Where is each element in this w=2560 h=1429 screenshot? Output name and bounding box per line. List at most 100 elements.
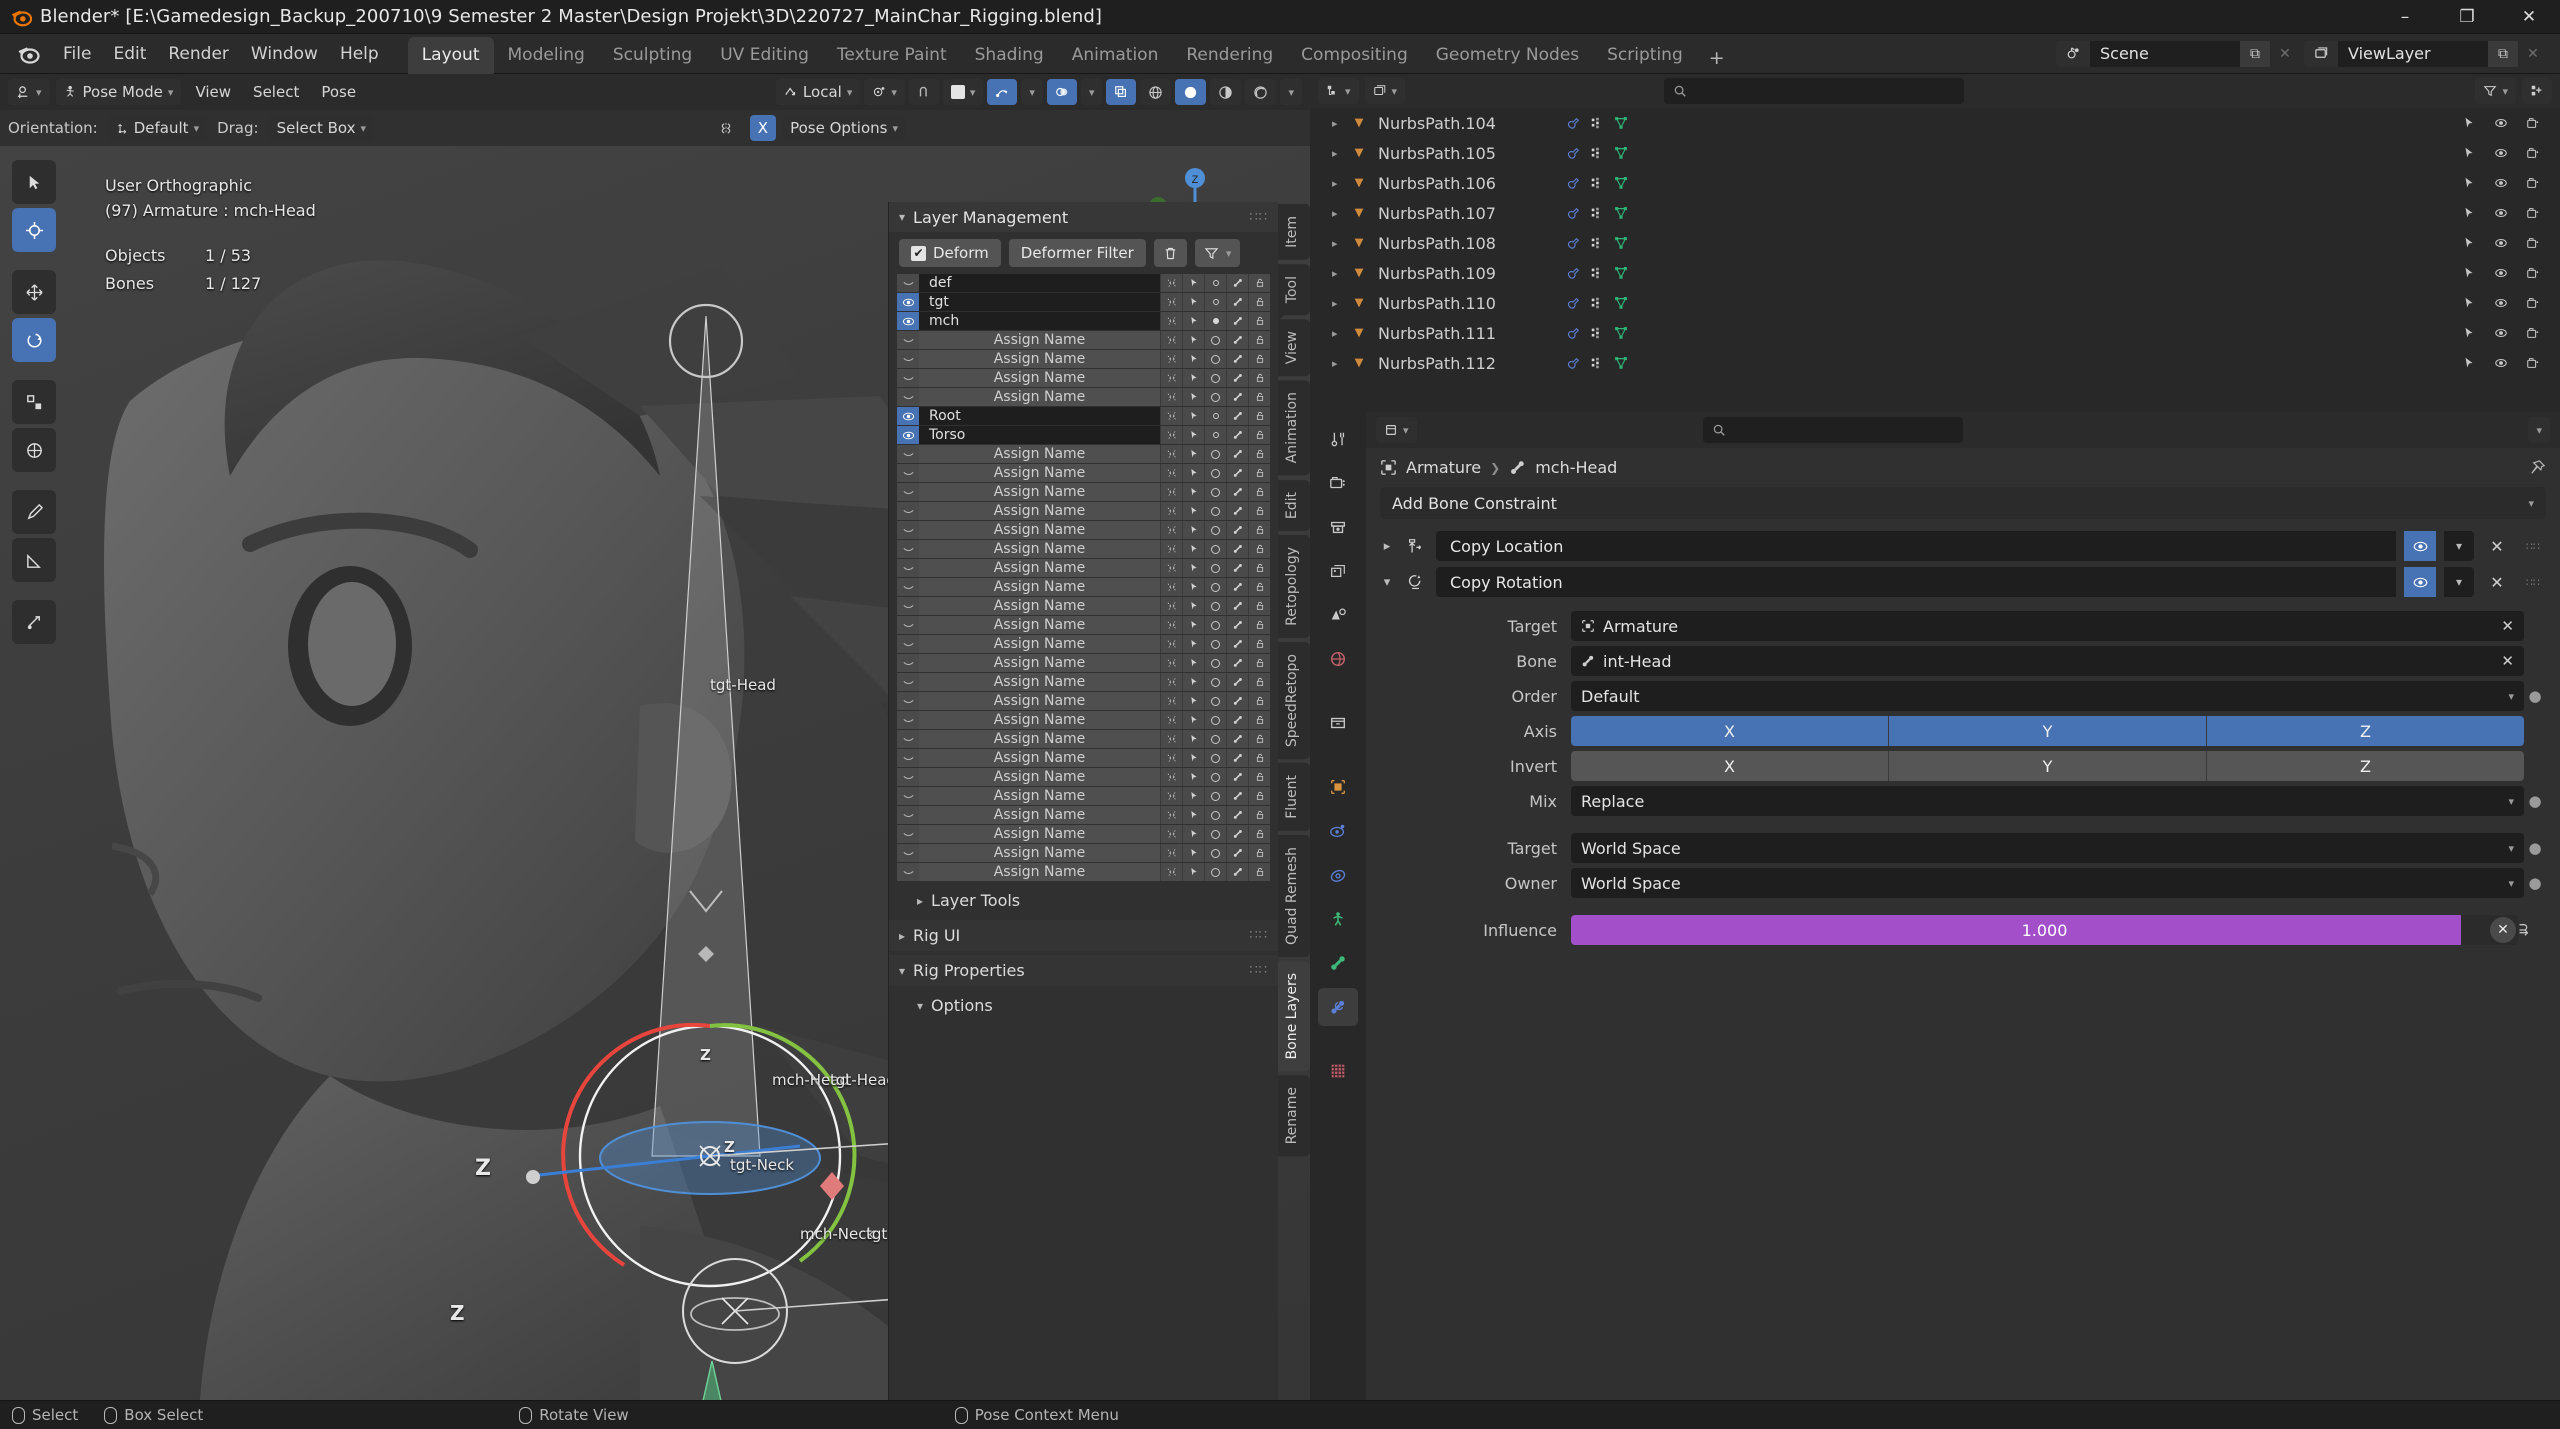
layer-solo-icon[interactable]	[1204, 616, 1226, 634]
outliner-editor-type-button[interactable]: ▾	[1318, 78, 1359, 104]
layer-solo-icon[interactable]	[1204, 806, 1226, 824]
layer-bone-icon[interactable]	[1226, 369, 1248, 387]
layer-select-icon[interactable]	[1182, 692, 1204, 710]
layer-solo-icon[interactable]	[1204, 502, 1226, 520]
layer-lock-icon[interactable]	[1248, 350, 1270, 368]
selectable-icon[interactable]	[2462, 206, 2476, 220]
shading-wireframe-button[interactable]	[1140, 79, 1172, 105]
layer-select-icon[interactable]	[1182, 369, 1204, 387]
layer-select-icon[interactable]	[1182, 844, 1204, 862]
viewport-3d[interactable]: ▾ Pose Mode ▾ View Select Pose Local ▾ ▾	[0, 74, 1310, 1400]
bone-layer-row[interactable]: Assign Name	[897, 806, 1270, 824]
workspace-tab-scripting[interactable]: Scripting	[1593, 37, 1697, 74]
modifier-icon[interactable]	[1566, 236, 1580, 250]
layer-hidden-icon[interactable]	[897, 464, 919, 482]
pose-mirror-x-toggle[interactable]: X	[749, 115, 777, 141]
breadcrumb-bone[interactable]: mch-Head	[1535, 458, 1617, 477]
outliner-row[interactable]: ▸ NurbsPath.110	[1310, 288, 2560, 318]
target-object-field[interactable]: Armature ✕	[1571, 611, 2524, 641]
chevron-right-icon[interactable]: ▸	[1332, 117, 1344, 130]
layer-bone-icon[interactable]	[1226, 749, 1248, 767]
bone-layer-name[interactable]: Assign Name	[919, 578, 1160, 596]
layer-lock-icon[interactable]	[1248, 597, 1270, 615]
owner-space-dropdown[interactable]: World Space ▾	[1571, 868, 2524, 898]
axis-x-toggle[interactable]: X	[1571, 716, 1889, 746]
layer-bone-icon[interactable]	[1226, 863, 1248, 881]
object-data-icon[interactable]	[1590, 146, 1604, 160]
new-viewlayer-button[interactable]: ⧉	[2488, 40, 2518, 67]
modifier-icon[interactable]	[1566, 356, 1580, 370]
layer-bone-icon[interactable]	[1226, 787, 1248, 805]
layer-select-icon[interactable]	[1182, 654, 1204, 672]
bone-layer-row[interactable]: Assign Name	[897, 654, 1270, 672]
bone-layer-row[interactable]: Torso	[897, 426, 1270, 444]
new-scene-button[interactable]: ⧉	[2240, 40, 2270, 67]
layer-bone-icon[interactable]	[1226, 293, 1248, 311]
viewport-menu-select[interactable]: Select	[245, 79, 307, 105]
layer-bone-icon[interactable]	[1226, 844, 1248, 862]
viewlayer-tab-icon[interactable]	[1318, 552, 1358, 590]
hide-viewport-icon[interactable]	[2494, 206, 2508, 220]
npanel-tab-speedretopo[interactable]: SpeedRetopo	[1278, 641, 1310, 759]
bone-layer-row[interactable]: Assign Name	[897, 635, 1270, 653]
layer-hidden-icon[interactable]	[897, 844, 919, 862]
gizmo-dropdown[interactable]: ▾	[1021, 79, 1043, 105]
layer-hidden-icon[interactable]	[897, 350, 919, 368]
selectable-icon[interactable]	[2462, 266, 2476, 280]
disable-render-icon[interactable]	[2526, 206, 2540, 220]
panel-grip-icon[interactable]: ∷∷	[1249, 963, 1268, 978]
layer-visible-icon[interactable]	[897, 312, 919, 330]
scene-name[interactable]: Scene	[2090, 40, 2240, 67]
layer-hidden-icon[interactable]	[897, 483, 919, 501]
layer-lock-icon[interactable]	[1248, 274, 1270, 292]
snap-toggle[interactable]	[908, 79, 939, 105]
object-data-icon[interactable]	[1590, 206, 1604, 220]
bone-layer-name[interactable]: Assign Name	[919, 388, 1160, 406]
layer-lock-icon[interactable]	[1248, 654, 1270, 672]
delete-layer-button[interactable]	[1153, 239, 1187, 267]
bone-layer-row[interactable]: Assign Name	[897, 673, 1270, 691]
bone-layer-name[interactable]: Assign Name	[919, 711, 1160, 729]
object-constraint-tab-icon[interactable]	[1318, 900, 1358, 938]
chevron-right-icon[interactable]: ▸	[1380, 539, 1394, 554]
layer-bone-icon[interactable]	[1226, 521, 1248, 539]
options-section[interactable]: ▾ Options	[889, 990, 1278, 1021]
layer-lock-icon[interactable]	[1248, 445, 1270, 463]
constraint-copy-location[interactable]: ▸ Copy Location ▾ ✕ ∷∷	[1380, 531, 2546, 561]
layer-select-icon[interactable]	[1182, 445, 1204, 463]
outliner-row[interactable]: ▸ NurbsPath.108	[1310, 228, 2560, 258]
layer-select-icon[interactable]	[1182, 806, 1204, 824]
bone-layer-row[interactable]: Assign Name	[897, 692, 1270, 710]
add-workspace-button[interactable]: +	[1697, 43, 1737, 73]
layer-select-icon[interactable]	[1182, 521, 1204, 539]
layer-lock-icon[interactable]	[1248, 369, 1270, 387]
hide-viewport-icon[interactable]	[2494, 176, 2508, 190]
object-data-icon[interactable]	[1590, 176, 1604, 190]
object-data-icon[interactable]	[1590, 116, 1604, 130]
constraint-delete-button[interactable]: ✕	[2482, 567, 2512, 597]
scene-tab-icon[interactable]	[1318, 596, 1358, 634]
properties-search-input[interactable]	[1703, 417, 1964, 443]
layer-lock-icon[interactable]	[1248, 312, 1270, 330]
hide-viewport-icon[interactable]	[2494, 356, 2508, 370]
bone-layer-row[interactable]: Assign Name	[897, 597, 1270, 615]
chevron-right-icon[interactable]: ▸	[1332, 297, 1344, 310]
layer-visible-icon[interactable]	[897, 426, 919, 444]
add-bone-constraint-dropdown[interactable]: Add Bone Constraint ▾	[1380, 487, 2546, 519]
layer-lock-icon[interactable]	[1248, 483, 1270, 501]
filter-button[interactable]: ▾	[1194, 239, 1241, 267]
pivot-point-selector[interactable]: ▾	[864, 79, 905, 105]
tool-orientation-dropdown[interactable]: Default ▾	[107, 115, 208, 141]
object-data-tab-icon[interactable]	[1318, 944, 1358, 982]
layer-solo-icon[interactable]	[1204, 692, 1226, 710]
shading-solid-button[interactable]	[1175, 79, 1207, 105]
axis-z-toggle[interactable]: Z	[2207, 716, 2524, 746]
layer-select-icon[interactable]	[1182, 293, 1204, 311]
workspace-tab-geometry-nodes[interactable]: Geometry Nodes	[1422, 37, 1593, 74]
constraint-name[interactable]: Copy Rotation	[1436, 567, 2396, 597]
layer-link-icon[interactable]	[1160, 844, 1182, 862]
bone-layer-row[interactable]: Assign Name	[897, 483, 1270, 501]
world-tab-icon[interactable]	[1318, 640, 1358, 678]
layer-select-icon[interactable]	[1182, 711, 1204, 729]
layer-link-icon[interactable]	[1160, 673, 1182, 691]
